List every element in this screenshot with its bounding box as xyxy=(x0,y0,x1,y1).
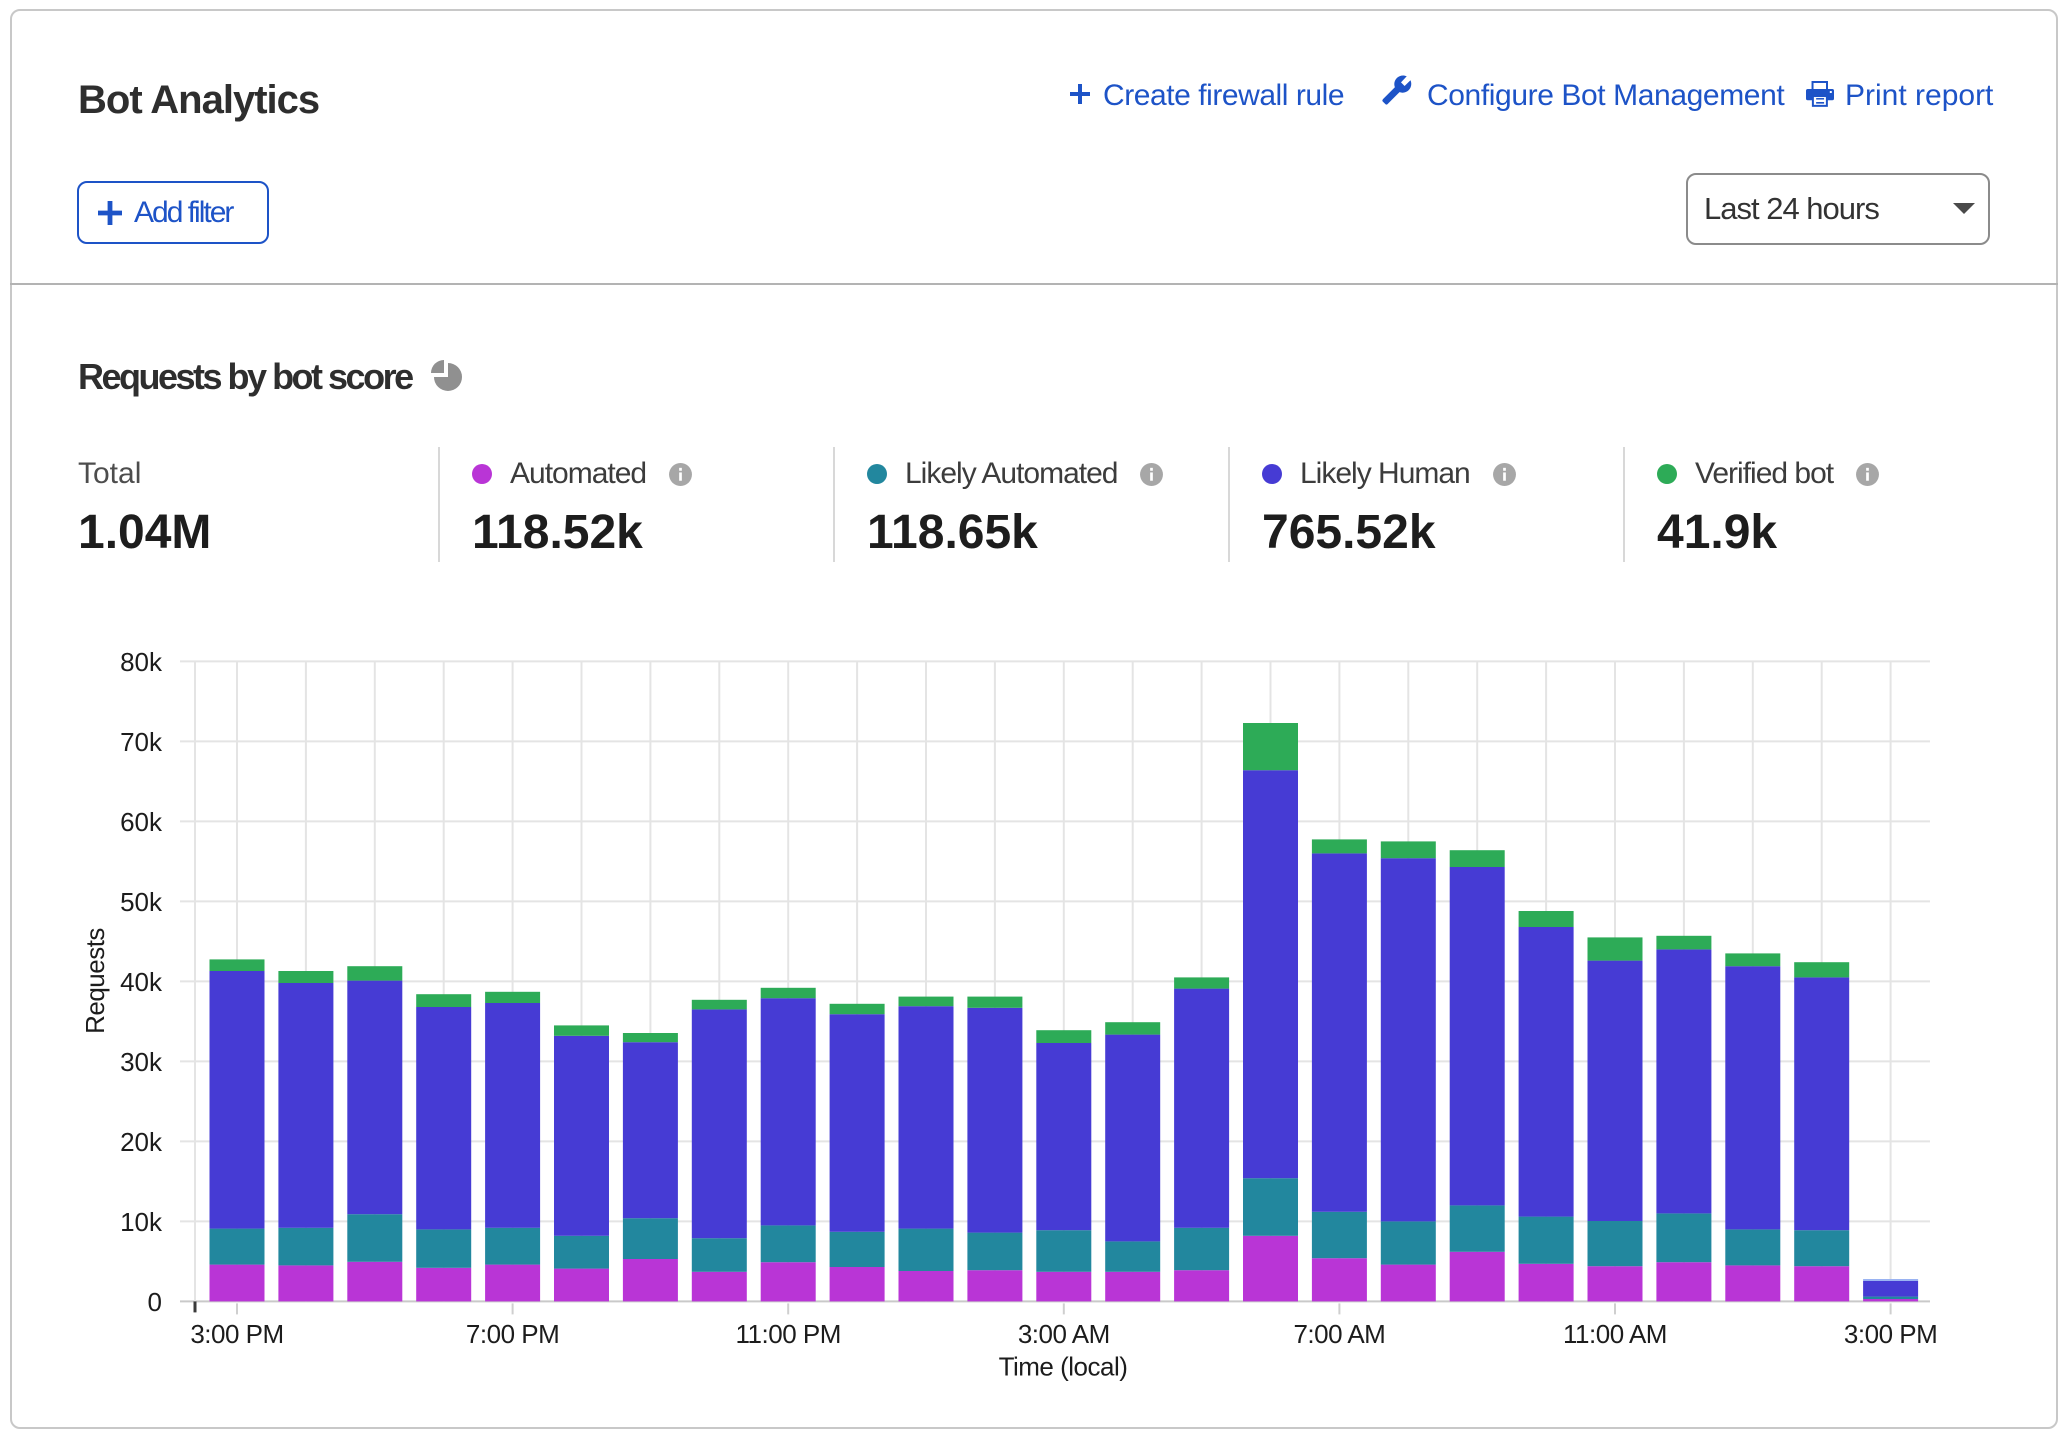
svg-text:3:00 PM: 3:00 PM xyxy=(1844,1319,1937,1349)
svg-text:0: 0 xyxy=(148,1287,162,1317)
svg-text:3:00 AM: 3:00 AM xyxy=(1018,1319,1110,1349)
svg-text:70k: 70k xyxy=(120,727,163,757)
svg-text:10k: 10k xyxy=(120,1207,163,1237)
svg-text:60k: 60k xyxy=(120,807,163,837)
svg-text:30k: 30k xyxy=(120,1047,163,1077)
svg-text:40k: 40k xyxy=(120,967,163,997)
svg-text:7:00 AM: 7:00 AM xyxy=(1293,1319,1385,1349)
svg-text:11:00 AM: 11:00 AM xyxy=(1563,1319,1667,1349)
svg-text:Requests: Requests xyxy=(80,928,110,1034)
svg-text:80k: 80k xyxy=(120,647,163,677)
svg-text:3:00 PM: 3:00 PM xyxy=(190,1319,283,1349)
svg-text:20k: 20k xyxy=(120,1127,163,1157)
svg-text:50k: 50k xyxy=(120,887,163,917)
svg-text:7:00 PM: 7:00 PM xyxy=(466,1319,559,1349)
svg-text:11:00 PM: 11:00 PM xyxy=(736,1319,841,1349)
svg-text:Time (local): Time (local) xyxy=(999,1352,1128,1382)
